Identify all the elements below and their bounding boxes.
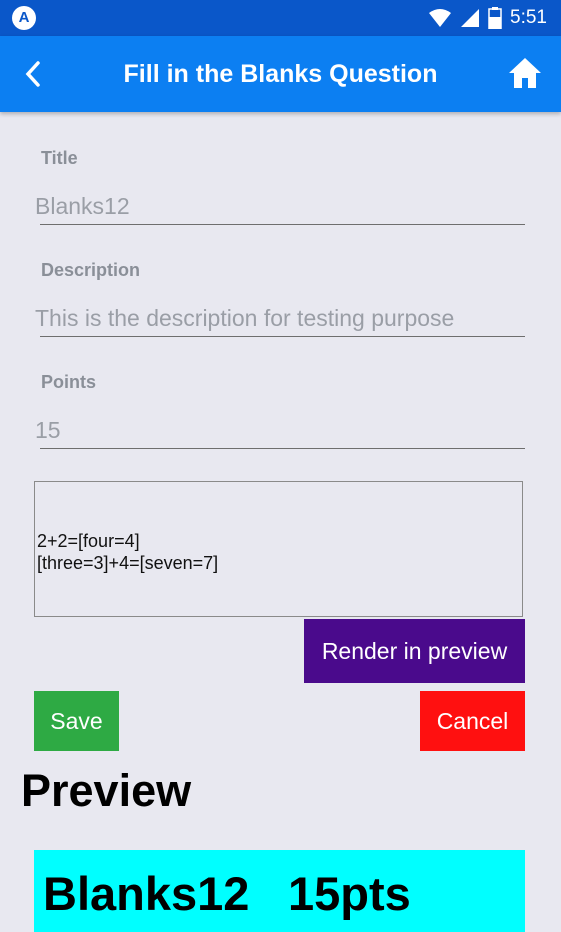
status-icons: 5:51 (428, 0, 547, 36)
wifi-icon (429, 9, 452, 27)
blanks-text: 2+2=[four=4] [three=3]+4=[seven=7] (37, 531, 219, 573)
cancel-button[interactable]: Cancel (420, 691, 525, 751)
status-bar: A 5:51 (0, 0, 561, 36)
title-label: Title (41, 148, 78, 168)
points-label: Points (41, 372, 97, 392)
preview-title: Blanks12 (43, 867, 250, 920)
status-time: 5:51 (510, 7, 547, 28)
description-label: Description (41, 260, 141, 280)
app-bar: Fill in the Blanks Question (0, 36, 561, 112)
preview-heading: Preview (21, 765, 192, 816)
description-input[interactable] (35, 300, 525, 336)
title-underline (40, 224, 525, 225)
page-title: Fill in the Blanks Question (123, 60, 438, 88)
blanks-text-area[interactable]: 2+2=[four=4] [three=3]+4=[seven=7] (34, 481, 523, 617)
points-underline (40, 448, 525, 449)
app-notification-icon: A (12, 6, 36, 30)
title-input[interactable] (35, 188, 525, 224)
battery-icon (488, 7, 502, 29)
signal-icon (461, 9, 480, 27)
preview-card: Blanks12 15pts (34, 850, 525, 932)
points-input[interactable] (35, 412, 525, 448)
preview-points: 15pts (288, 867, 411, 920)
render-preview-button[interactable]: Render in preview (304, 619, 525, 683)
home-icon[interactable] (507, 56, 543, 90)
description-underline (40, 336, 525, 337)
save-button[interactable]: Save (34, 691, 119, 751)
